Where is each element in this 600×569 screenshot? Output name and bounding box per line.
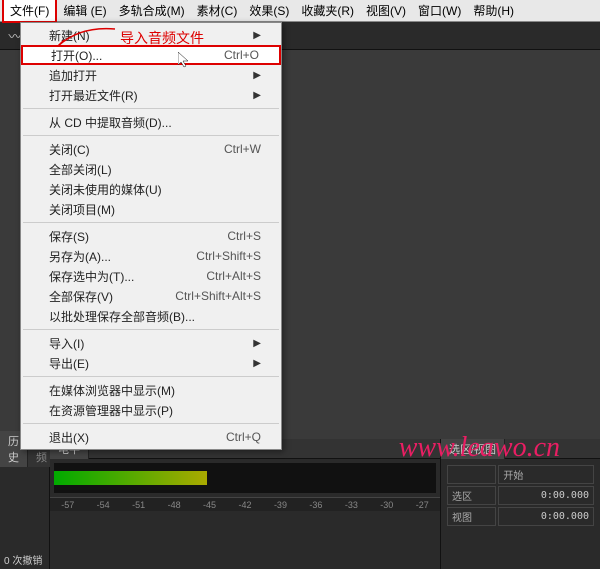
menu-close-project[interactable]: 关闭项目(M): [21, 199, 281, 219]
menu-export[interactable]: 导出(E)▶: [21, 353, 281, 373]
undo-count: 0 次撤销: [4, 552, 42, 567]
level-meter: [54, 463, 436, 493]
header-start: 开始: [498, 465, 594, 484]
chevron-right-icon: ▶: [253, 338, 261, 349]
file-dropdown: 新建(N)▶ 打开(O)...Ctrl+O 追加打开▶ 打开最近文件(R)▶ 从…: [20, 22, 282, 450]
menu-close-unused[interactable]: 关闭未使用的媒体(U): [21, 179, 281, 199]
menu-extract-cd[interactable]: 从 CD 中提取音频(D)...: [21, 112, 281, 132]
menu-help[interactable]: 帮助(H): [467, 0, 520, 21]
menu-save-selection[interactable]: 保存选中为(T)...Ctrl+Alt+S: [21, 266, 281, 286]
row-view-label: 视图: [447, 507, 496, 526]
chevron-right-icon: ▶: [253, 70, 261, 81]
menu-open[interactable]: 打开(O)...Ctrl+O: [21, 45, 281, 65]
selection-start[interactable]: 0:00.000: [498, 486, 594, 505]
menu-save[interactable]: 保存(S)Ctrl+S: [21, 226, 281, 246]
menu-close[interactable]: 关闭(C)Ctrl+W: [21, 139, 281, 159]
chevron-right-icon: ▶: [253, 90, 261, 101]
menu-save-as[interactable]: 另存为(A)...Ctrl+Shift+S: [21, 246, 281, 266]
chevron-right-icon: ▶: [253, 30, 261, 41]
row-selection-label: 选区: [447, 486, 496, 505]
menu-file[interactable]: 文件(F): [2, 0, 57, 23]
watermark: www.leawo.cn: [399, 432, 560, 464]
menu-batch-save[interactable]: 以批处理保存全部音频(B)...: [21, 306, 281, 326]
menu-reveal-media[interactable]: 在媒体浏览器中显示(M): [21, 380, 281, 400]
selection-info: 开始 选区0:00.000 视图0:00.000: [441, 459, 600, 532]
menu-open-recent[interactable]: 打开最近文件(R)▶: [21, 85, 281, 105]
menu-reveal-explorer[interactable]: 在资源管理器中显示(P): [21, 400, 281, 420]
chevron-right-icon: ▶: [253, 358, 261, 369]
menu-multitrack[interactable]: 多轨合成(M): [113, 0, 191, 21]
db-ruler: -57-54-51-48-45-42-39-36-33-30-27: [50, 497, 440, 511]
view-start[interactable]: 0:00.000: [498, 507, 594, 526]
level-bar: [54, 471, 207, 485]
menu-save-all[interactable]: 全部保存(V)Ctrl+Shift+Alt+S: [21, 286, 281, 306]
menu-close-all[interactable]: 全部关闭(L): [21, 159, 281, 179]
menu-window[interactable]: 窗口(W): [412, 0, 467, 21]
menu-clip[interactable]: 素材(C): [191, 0, 244, 21]
menu-view[interactable]: 视图(V): [360, 0, 412, 21]
menu-edit[interactable]: 编辑 (E): [57, 0, 112, 21]
menu-new[interactable]: 新建(N)▶: [21, 25, 281, 45]
menu-effects[interactable]: 效果(S): [243, 0, 295, 21]
menu-favorites[interactable]: 收藏夹(R): [295, 0, 360, 21]
menu-append-open[interactable]: 追加打开▶: [21, 65, 281, 85]
menu-exit[interactable]: 退出(X)Ctrl+Q: [21, 427, 281, 447]
menubar: 文件(F) 编辑 (E) 多轨合成(M) 素材(C) 效果(S) 收藏夹(R) …: [0, 0, 600, 22]
menu-import[interactable]: 导入(I)▶: [21, 333, 281, 353]
